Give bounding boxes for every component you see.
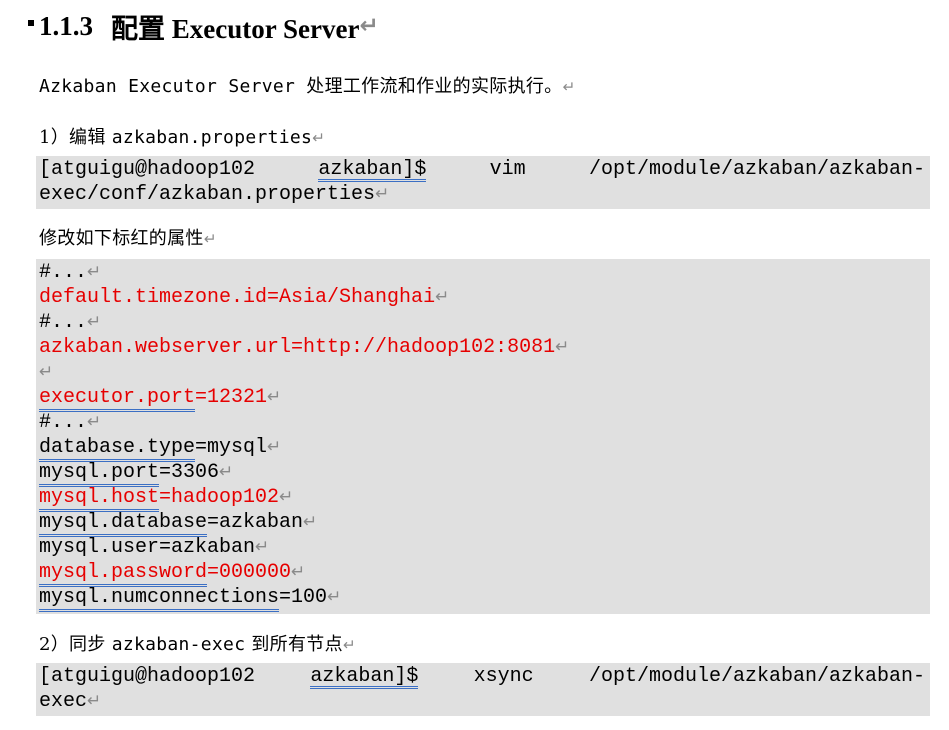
config-line: #...↵ <box>39 310 101 335</box>
config-line: default.timezone.id=Asia/Shanghai↵ <box>39 285 449 310</box>
config-user: mysql.user=azkaban <box>39 536 256 559</box>
config-value: =azkaban <box>207 511 304 534</box>
config-line-empty: ↵ <box>39 360 53 385</box>
config-key: mysql.database <box>39 511 208 537</box>
paragraph-mark: ↵ <box>219 462 234 482</box>
paragraph-mark: ↵ <box>267 387 282 407</box>
command-prompt-dir: azkaban]$ <box>318 158 427 182</box>
config-line: mysql.host=hadoop102↵ <box>39 485 294 512</box>
intro-text: Azkaban Executor Server 处理工作流和作业的实际执行。 <box>39 76 563 97</box>
config-comment: #... <box>39 261 88 284</box>
step1-file: azkaban.properties <box>111 127 313 148</box>
config-webserver-url: azkaban.webserver.url=http://hadoop102:8… <box>39 336 556 359</box>
config-key: mysql.numconnections <box>39 586 280 612</box>
code-block-command-1: [atguigu@hadoop102 azkaban]$ vim /opt/mo… <box>36 156 930 209</box>
step1-paragraph: 1）编辑 azkaban.properties↵ <box>39 123 325 149</box>
command-prompt-dir: azkaban]$ <box>310 665 419 689</box>
config-key: database.type <box>39 436 196 462</box>
command-line-continuation: exec↵ <box>39 689 101 714</box>
config-line: #...↵ <box>39 260 101 285</box>
step2-target: azkaban-exec <box>111 634 246 655</box>
paragraph-mark: ↵ <box>255 537 270 557</box>
config-key: mysql.password <box>39 561 208 587</box>
command-prompt-user: [atguigu@hadoop102 <box>39 158 256 181</box>
config-line: #...↵ <box>39 410 101 435</box>
command-arg: /opt/module/azkaban/azkaban- <box>588 158 925 181</box>
paragraph-mark: ↵ <box>435 287 450 307</box>
modify-note-text: 修改如下标红的属性 <box>39 228 204 249</box>
paragraph-mark: ↵ <box>303 512 318 532</box>
config-line: mysql.numconnections=100↵ <box>39 585 342 612</box>
code-block-config: #...↵ default.timezone.id=Asia/Shanghai↵… <box>36 259 930 614</box>
config-line: mysql.port=3306↵ <box>39 460 234 487</box>
command-prompt-user: [atguigu@hadoop102 <box>39 665 256 688</box>
paragraph-mark: ↵ <box>279 487 294 507</box>
config-comment: #... <box>39 411 88 434</box>
config-line: database.type=mysql↵ <box>39 435 282 462</box>
config-comment: #... <box>39 311 88 334</box>
heading-title: 配置 Executor Server <box>111 13 360 44</box>
section-heading: 1.1.3 配置 Executor Server ↵ <box>28 6 379 46</box>
config-line: executor.port=12321↵ <box>39 385 282 412</box>
command-name: vim <box>489 158 526 181</box>
config-line: azkaban.webserver.url=http://hadoop102:8… <box>39 335 569 360</box>
paragraph-mark: ↵ <box>562 78 576 96</box>
paragraph-mark: ↵ <box>359 13 379 39</box>
modify-note-paragraph: 修改如下标红的属性↵ <box>39 224 217 250</box>
command-arg-continuation: exec <box>39 690 88 713</box>
config-value: =100 <box>279 586 328 609</box>
paragraph-mark: ↵ <box>87 312 102 332</box>
command-name: xsync <box>473 665 534 688</box>
paragraph-mark: ↵ <box>267 437 282 457</box>
paragraph-mark: ↵ <box>87 691 102 711</box>
paragraph-mark: ↵ <box>87 412 102 432</box>
paragraph-mark: ↵ <box>291 562 306 582</box>
step2-paragraph: 2）同步 azkaban-exec 到所有节点↵ <box>39 630 356 656</box>
paragraph-mark: ↵ <box>39 362 54 382</box>
paragraph-mark: ↵ <box>327 587 342 607</box>
config-value: =3306 <box>159 461 220 484</box>
step2-prefix: 2）同步 <box>39 634 112 655</box>
config-key: mysql.port <box>39 461 160 487</box>
step1-prefix: 1）编辑 <box>39 127 112 148</box>
config-key: mysql.host <box>39 486 160 512</box>
config-timezone: default.timezone.id=Asia/Shanghai <box>39 286 436 309</box>
config-value: =000000 <box>207 561 292 584</box>
config-line: mysql.database=azkaban↵ <box>39 510 318 537</box>
config-line: mysql.user=azkaban↵ <box>39 535 269 560</box>
code-block-command-2: [atguigu@hadoop102 azkaban]$ xsync /opt/… <box>36 663 930 716</box>
heading-number: 1.1.3 <box>39 10 93 41</box>
command-line: [atguigu@hadoop102 azkaban]$ xsync /opt/… <box>39 664 925 689</box>
config-line: mysql.password=000000↵ <box>39 560 306 587</box>
config-value: =hadoop102 <box>159 486 280 509</box>
command-arg: /opt/module/azkaban/azkaban- <box>588 665 925 688</box>
paragraph-mark: ↵ <box>203 230 217 248</box>
step2-suffix: 到所有节点 <box>245 634 343 655</box>
config-value: =12321 <box>195 386 268 409</box>
paragraph-mark: ↵ <box>342 636 356 654</box>
command-line: [atguigu@hadoop102 azkaban]$ vim /opt/mo… <box>39 157 925 182</box>
command-arg-continuation: exec/conf/azkaban.properties <box>39 183 376 206</box>
paragraph-mark: ↵ <box>555 337 570 357</box>
config-key: executor.port <box>39 386 196 412</box>
paragraph-mark: ↵ <box>375 184 390 204</box>
config-value: =mysql <box>195 436 268 459</box>
paragraph-mark: ↵ <box>87 262 102 282</box>
heading-bullet <box>28 20 34 26</box>
paragraph-mark: ↵ <box>312 129 326 147</box>
command-line-continuation: exec/conf/azkaban.properties↵ <box>39 182 389 207</box>
intro-paragraph: Azkaban Executor Server 处理工作流和作业的实际执行。↵ <box>39 72 576 98</box>
